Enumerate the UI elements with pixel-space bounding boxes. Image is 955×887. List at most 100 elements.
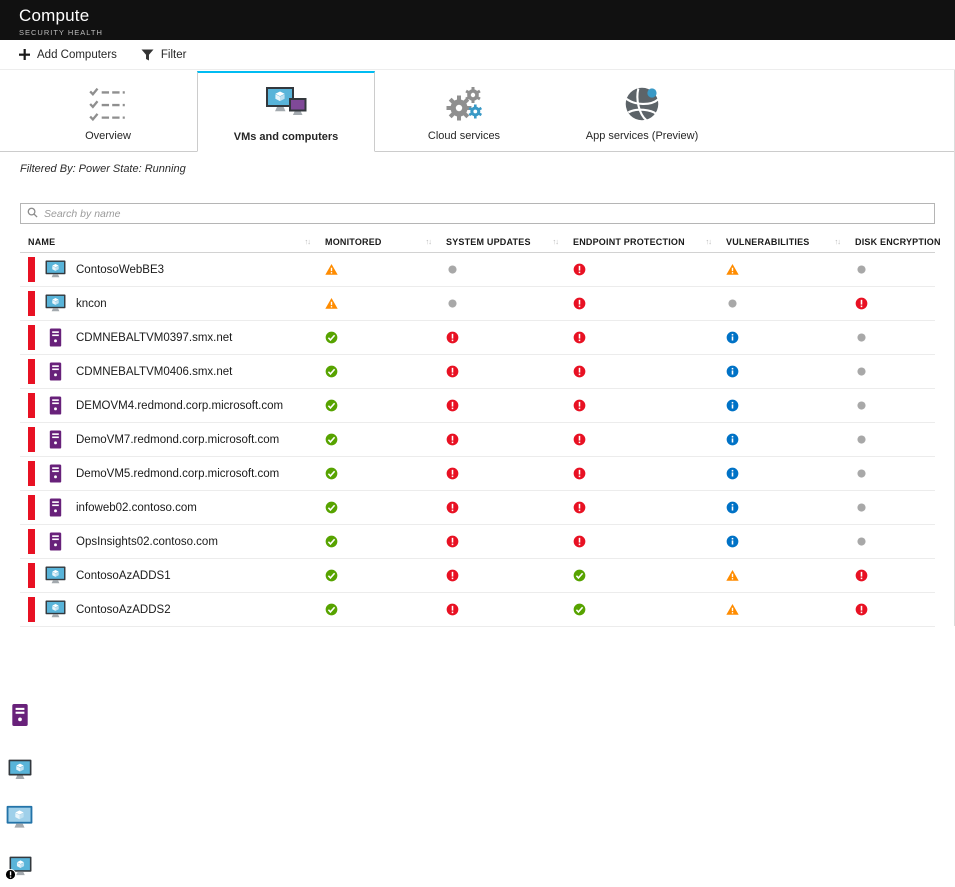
status-warning-icon <box>322 297 443 310</box>
severity-bar <box>28 461 35 486</box>
status-error-icon <box>570 263 723 276</box>
status-ok-icon <box>322 501 443 514</box>
add-computers-label: Add Computers <box>37 48 117 61</box>
column-header-endpoint-protection[interactable]: ENDPOINT PROTECTION ↑↓ <box>570 237 723 247</box>
status-ok-icon <box>322 365 443 378</box>
status-error-icon <box>570 535 723 548</box>
server-icon <box>45 396 66 415</box>
column-header-monitored[interactable]: MONITORED ↑↓ <box>322 237 443 247</box>
filter-button[interactable]: Filter <box>141 48 186 61</box>
table-row[interactable]: CDMNEBALTVM0406.smx.net <box>20 355 935 389</box>
status-error-icon <box>443 331 570 344</box>
severity-bar <box>28 427 35 452</box>
name-cell: ContosoAzADDS1 <box>20 563 322 588</box>
add-computers-button[interactable]: Add Computers <box>19 49 117 61</box>
severity-bar <box>28 529 35 554</box>
status-ok-icon <box>570 569 723 582</box>
status-none-icon <box>852 433 935 446</box>
tab-vms-and-computers-label: VMs and computers <box>233 131 339 143</box>
vm-icon <box>45 260 66 279</box>
table-row[interactable]: kncon <box>20 287 935 321</box>
severity-bar <box>28 291 35 316</box>
table-row[interactable]: DEMOVM4.redmond.corp.microsoft.com <box>20 389 935 423</box>
tab-app-services-label: App services (Preview) <box>585 130 699 142</box>
sort-arrows-icon: ↑↓ <box>304 237 311 246</box>
table-row[interactable]: CDMNEBALTVM0397.smx.net <box>20 321 935 355</box>
status-info-icon <box>723 433 852 446</box>
status-warning-icon <box>723 603 852 616</box>
status-warning-icon <box>322 263 443 276</box>
status-info-icon <box>723 501 852 514</box>
tab-cloud-services[interactable]: Cloud services <box>375 71 553 151</box>
table-row[interactable]: ContosoWebBE3 <box>20 253 935 287</box>
column-header-name[interactable]: NAME ↑↓ <box>20 237 322 247</box>
server-icon <box>45 498 66 517</box>
status-ok-icon <box>570 603 723 616</box>
column-header-disk-encryption[interactable]: DISK ENCRYPTION <box>852 237 940 247</box>
status-error-icon <box>852 603 935 616</box>
vm-monitor-icon <box>8 759 32 786</box>
table-header-row: NAME ↑↓ MONITORED ↑↓ SYSTEM UPDATES ↑↓ E… <box>20 231 940 253</box>
status-error-icon <box>443 535 570 548</box>
table-row[interactable]: DemoVM7.redmond.corp.microsoft.com <box>20 423 935 457</box>
search-icon <box>27 205 38 223</box>
status-none-icon <box>443 263 570 276</box>
status-ok-icon <box>322 331 443 344</box>
status-info-icon <box>723 365 852 378</box>
tab-vms-and-computers[interactable]: VMs and computers <box>197 71 375 152</box>
server-icon <box>45 464 66 483</box>
computer-name: CDMNEBALTVM0406.smx.net <box>76 365 233 378</box>
status-none-icon <box>852 535 935 548</box>
compute-security-health-blade: Compute SECURITY HEALTH Add Computers Fi… <box>0 0 955 887</box>
table-row[interactable]: infoweb02.contoso.com <box>20 491 935 525</box>
tab-overview[interactable]: Overview <box>19 71 197 151</box>
name-cell: DemoVM5.redmond.corp.microsoft.com <box>20 461 322 486</box>
computer-name: kncon <box>76 297 107 310</box>
computers-table-body: ContosoWebBE3 kncon CDMNEBALTVM0397.smx.… <box>20 253 935 627</box>
computer-name: ContosoWebBE3 <box>76 263 165 276</box>
status-info-icon <box>723 535 852 548</box>
column-header-system-updates[interactable]: SYSTEM UPDATES ↑↓ <box>443 237 570 247</box>
name-cell: ContosoAzADDS2 <box>20 597 322 622</box>
name-cell: infoweb02.contoso.com <box>20 495 322 520</box>
status-error-icon <box>443 569 570 582</box>
name-cell: OpsInsights02.contoso.com <box>20 529 322 554</box>
severity-bar <box>28 597 35 622</box>
blade-header: Compute SECURITY HEALTH <box>0 0 955 40</box>
server-icon <box>9 702 31 733</box>
status-warning-icon <box>723 263 852 276</box>
table-row[interactable]: DemoVM5.redmond.corp.microsoft.com <box>20 457 935 491</box>
server-icon <box>45 430 66 449</box>
computer-name: DEMOVM4.redmond.corp.microsoft.com <box>76 399 284 412</box>
alert-badge-icon <box>5 867 16 885</box>
sort-arrows-icon: ↑↓ <box>705 237 712 246</box>
computer-name: DemoVM7.redmond.corp.microsoft.com <box>76 433 280 446</box>
table-row[interactable]: ContosoAzADDS1 <box>20 559 935 593</box>
column-header-vulnerabilities[interactable]: VULNERABILITIES ↑↓ <box>723 237 852 247</box>
status-none-icon <box>852 365 935 378</box>
status-ok-icon <box>322 603 443 616</box>
computer-name: OpsInsights02.contoso.com <box>76 535 218 548</box>
server-icon <box>45 532 66 551</box>
name-cell: DemoVM7.redmond.corp.microsoft.com <box>20 427 322 452</box>
page-title: Compute <box>19 6 90 25</box>
plus-icon <box>19 49 30 60</box>
severity-bar <box>28 257 35 282</box>
status-none-icon <box>852 399 935 412</box>
search-input[interactable] <box>44 207 928 220</box>
name-cell: DEMOVM4.redmond.corp.microsoft.com <box>20 393 322 418</box>
severity-bar <box>28 325 35 350</box>
status-error-icon <box>443 467 570 480</box>
filter-funnel-icon <box>141 48 154 61</box>
status-error-icon <box>570 467 723 480</box>
table-row[interactable]: OpsInsights02.contoso.com <box>20 525 935 559</box>
status-error-icon <box>570 331 723 344</box>
page-subtitle: SECURITY HEALTH <box>19 28 103 37</box>
status-error-icon <box>443 399 570 412</box>
vm-monitor-cube-icon <box>6 805 33 835</box>
status-ok-icon <box>322 535 443 548</box>
status-ok-icon <box>322 467 443 480</box>
tab-app-services[interactable]: App services (Preview) <box>553 71 731 151</box>
gears-icon <box>442 83 486 125</box>
table-row[interactable]: ContosoAzADDS2 <box>20 593 935 627</box>
